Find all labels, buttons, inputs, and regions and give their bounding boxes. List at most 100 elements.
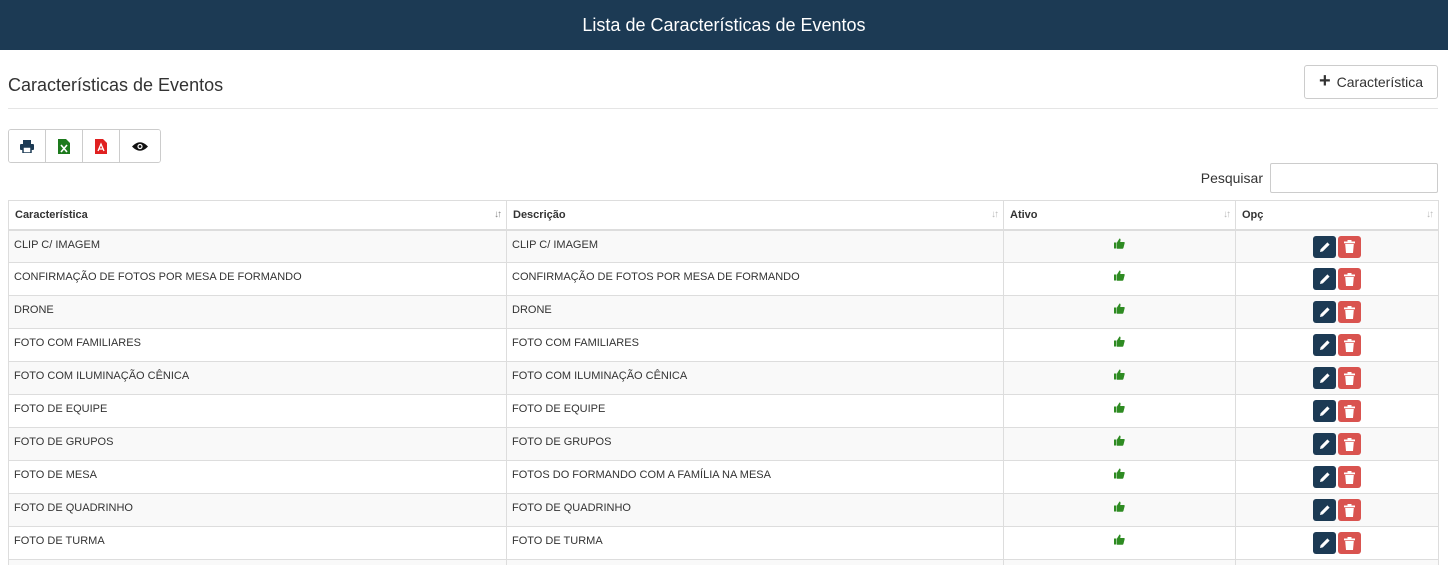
eye-icon [132, 141, 148, 151]
delete-button[interactable] [1338, 367, 1361, 389]
cell-opcoes [1235, 427, 1439, 461]
cell-opcoes [1235, 328, 1439, 362]
column-header-opcoes[interactable]: Opç ↓↑ [1235, 200, 1439, 231]
pencil-icon [1319, 307, 1330, 317]
cell-descricao: CLIP C/ IMAGEM [506, 229, 1004, 263]
cell-opcoes [1235, 526, 1439, 560]
cell-descricao: DRONE [506, 295, 1004, 329]
table-row: CONFIRMAÇÃO DE FOTOS POR MESA DE FORMAND… [8, 262, 1439, 296]
excel-icon [58, 138, 70, 154]
edit-button[interactable] [1313, 433, 1336, 455]
excel-button[interactable] [46, 130, 83, 162]
pencil-icon [1319, 505, 1330, 515]
cell-opcoes [1235, 394, 1439, 428]
cell-caracteristica: DRONE [8, 295, 507, 329]
thumbs-up-icon [1114, 435, 1125, 446]
cell-ativo [1003, 229, 1236, 263]
print-button[interactable] [9, 130, 46, 162]
cell-caracteristica: FOTO DE MESA [8, 460, 507, 494]
edit-button[interactable] [1313, 532, 1336, 554]
pencil-icon [1319, 439, 1330, 449]
edit-button[interactable] [1313, 334, 1336, 356]
cell-descricao: FOTO DE EQUIPE [506, 394, 1004, 428]
sort-icon: ↓↑ [1426, 209, 1434, 220]
top-bar-title: Lista de Características de Eventos [582, 14, 866, 35]
page-header: Características de Eventos + Característ… [8, 64, 1438, 109]
pdf-button[interactable] [83, 130, 120, 162]
edit-button[interactable] [1313, 301, 1336, 323]
add-caracteristica-button[interactable]: + Característica [1304, 65, 1438, 99]
trash-icon [1344, 503, 1355, 517]
table-row: FOTO DE EQUIPE FOTO DE EQUIPE [8, 394, 1439, 428]
table-header-row: Característica ↓↑ Descrição ↓↑ Ativo ↓↑ … [8, 200, 1439, 231]
cell-opcoes [1235, 262, 1439, 296]
top-bar: Lista de Características de Eventos [0, 0, 1448, 50]
cell-ativo [1003, 526, 1236, 560]
edit-button[interactable] [1313, 268, 1336, 290]
cell-descricao: FOTO COM ILUMINAÇÃO CÊNICA [506, 361, 1004, 395]
edit-button[interactable] [1313, 466, 1336, 488]
column-header-descricao[interactable]: Descrição ↓↑ [506, 200, 1004, 231]
edit-button[interactable] [1313, 367, 1336, 389]
cell-caracteristica: FOTO DE GRUPOS [8, 427, 507, 461]
search-label: Pesquisar [1200, 170, 1263, 186]
column-header-ativo[interactable]: Ativo ↓↑ [1003, 200, 1236, 231]
cell-caracteristica [8, 559, 507, 565]
cell-descricao: CONFIRMAÇÃO DE FOTOS POR MESA DE FORMAND… [506, 262, 1004, 296]
cell-ativo [1003, 394, 1236, 428]
trash-icon [1344, 371, 1355, 385]
cell-opcoes [1235, 460, 1439, 494]
plus-icon: + [1318, 70, 1331, 92]
thumbs-up-icon [1114, 402, 1125, 413]
cell-caracteristica: CONFIRMAÇÃO DE FOTOS POR MESA DE FORMAND… [8, 262, 507, 296]
cell-descricao: FOTO DE TURMA [506, 526, 1004, 560]
add-button-label: Característica [1336, 74, 1424, 90]
edit-button[interactable] [1313, 499, 1336, 521]
print-icon [20, 139, 34, 153]
cell-opcoes [1235, 295, 1439, 329]
page-title: Características de Eventos [8, 75, 224, 95]
edit-button[interactable] [1313, 400, 1336, 422]
caracteristicas-table: Característica ↓↑ Descrição ↓↑ Ativo ↓↑ … [8, 200, 1439, 565]
pencil-icon [1319, 406, 1330, 416]
pencil-icon [1319, 241, 1330, 252]
table-row [8, 559, 1439, 565]
delete-button[interactable] [1338, 235, 1361, 258]
pdf-icon [95, 138, 107, 154]
trash-icon [1344, 404, 1355, 418]
delete-button[interactable] [1338, 499, 1361, 521]
edit-button[interactable] [1313, 235, 1336, 258]
delete-button[interactable] [1338, 532, 1361, 554]
pencil-icon [1319, 373, 1330, 383]
delete-button[interactable] [1338, 433, 1361, 455]
pencil-icon [1319, 274, 1330, 284]
trash-icon [1344, 338, 1355, 352]
table-row: CLIP C/ IMAGEM CLIP C/ IMAGEM [8, 229, 1439, 263]
trash-icon [1344, 437, 1355, 451]
cell-descricao [506, 559, 1004, 565]
search-input[interactable] [1270, 163, 1438, 193]
cell-ativo [1003, 328, 1236, 362]
cell-ativo [1003, 427, 1236, 461]
delete-button[interactable] [1338, 466, 1361, 488]
cell-ativo [1003, 460, 1236, 494]
trash-icon [1344, 305, 1355, 319]
cell-opcoes [1235, 229, 1439, 263]
column-visibility-button[interactable] [120, 130, 160, 162]
cell-caracteristica: CLIP C/ IMAGEM [8, 229, 507, 263]
table-row: DRONE DRONE [8, 295, 1439, 329]
cell-caracteristica: FOTO COM FAMILIARES [8, 328, 507, 362]
column-header-caracteristica[interactable]: Característica ↓↑ [8, 200, 507, 231]
pencil-icon [1319, 472, 1330, 482]
delete-button[interactable] [1338, 400, 1361, 422]
delete-button[interactable] [1338, 301, 1361, 323]
cell-caracteristica: FOTO DE QUADRINHO [8, 493, 507, 527]
delete-button[interactable] [1338, 334, 1361, 356]
thumbs-up-icon [1114, 336, 1125, 347]
delete-button[interactable] [1338, 268, 1361, 290]
table-body: CLIP C/ IMAGEM CLIP C/ IMAGEM CONFIRMAÇÃO … [8, 229, 1439, 565]
cell-opcoes [1235, 493, 1439, 527]
thumbs-up-icon [1114, 501, 1125, 512]
export-toolbar [8, 129, 161, 163]
thumbs-up-icon [1114, 468, 1125, 479]
